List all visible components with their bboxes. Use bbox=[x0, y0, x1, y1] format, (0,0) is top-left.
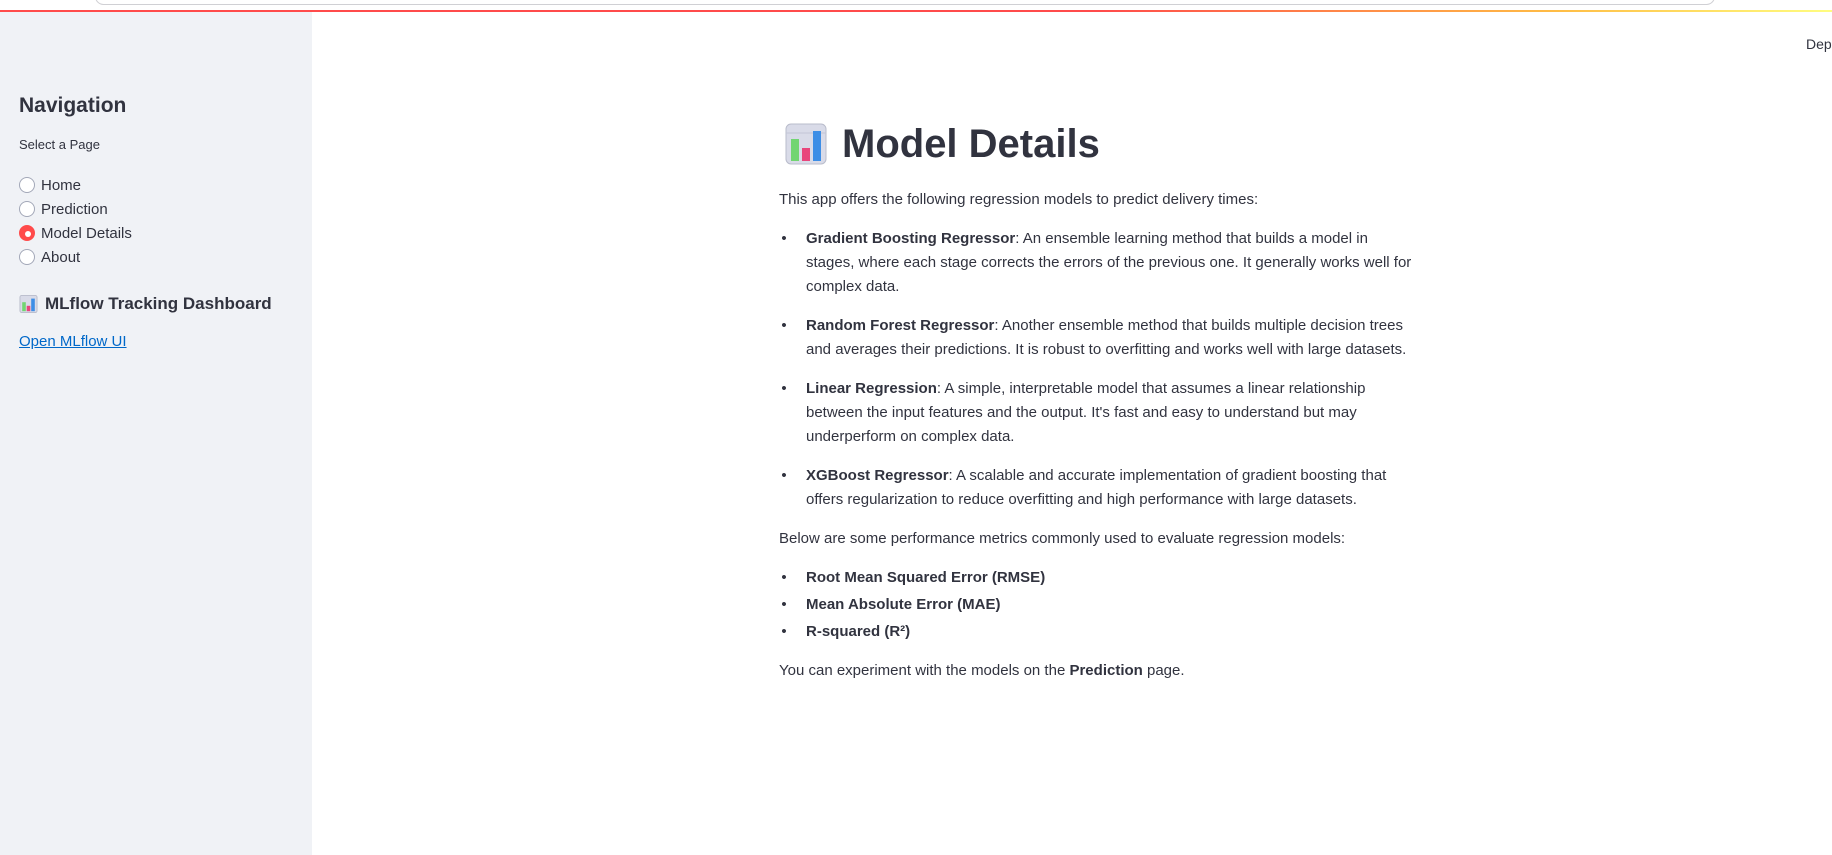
outro-prefix: You can experiment with the models on th… bbox=[779, 662, 1070, 679]
page-radio-group: Home Prediction Model Details About bbox=[19, 173, 132, 269]
model-list: • Gradient Boosting Regressor: An ensemb… bbox=[779, 227, 1419, 512]
radio-circle[interactable] bbox=[19, 177, 35, 193]
bullet: • bbox=[781, 623, 787, 640]
bullet: • bbox=[781, 596, 787, 613]
metrics-intro: Below are some performance metrics commo… bbox=[779, 530, 1346, 547]
radio-label: Home bbox=[41, 176, 82, 194]
metric-name: R-squared (R²) bbox=[806, 623, 911, 640]
outro: You can experiment with the models on th… bbox=[779, 659, 1419, 683]
page-title-text: Model Details bbox=[842, 121, 1100, 166]
list-item: • Gradient Boosting Regressor: An ensemb… bbox=[779, 227, 1419, 299]
deploy-button[interactable]: Deploy bbox=[1806, 36, 1832, 52]
radio-prediction[interactable]: Prediction bbox=[19, 197, 132, 221]
outro-suffix: page. bbox=[1142, 662, 1185, 679]
metric-list: • Root Mean Squared Error (RMSE) • Mean … bbox=[779, 566, 1419, 644]
list-item: • XGBoost Regressor: A scalable and accu… bbox=[779, 464, 1419, 512]
radio-model-details[interactable]: Model Details bbox=[19, 221, 132, 245]
bullet: • bbox=[781, 380, 787, 397]
radio-label: Prediction bbox=[41, 200, 108, 218]
mlflow-heading: MLflow Tracking Dashboard bbox=[19, 294, 272, 314]
sidebar-title: Navigation bbox=[19, 94, 127, 117]
radio-label: Model Details bbox=[41, 224, 132, 242]
radio-home[interactable]: Home bbox=[19, 173, 132, 197]
bullet: • bbox=[781, 569, 787, 586]
radio-circle[interactable] bbox=[19, 249, 35, 265]
list-item: • Root Mean Squared Error (RMSE) bbox=[779, 566, 1419, 590]
page-select-label: Select a Page bbox=[19, 137, 100, 152]
model-name: Gradient Boosting Regressor bbox=[806, 230, 1016, 247]
page-title: Model Details bbox=[785, 118, 1419, 170]
model-name: Random Forest Regressor bbox=[806, 317, 995, 334]
bullet: • bbox=[781, 230, 787, 247]
model-name: XGBoost Regressor bbox=[806, 467, 949, 484]
models-intro: This app offers the following regression… bbox=[779, 191, 1259, 208]
bar-chart-icon bbox=[785, 123, 827, 165]
list-item: • Random Forest Regressor: Another ensem… bbox=[779, 314, 1419, 362]
radio-circle[interactable] bbox=[19, 201, 35, 217]
list-item: • Linear Regression: A simple, interpret… bbox=[779, 377, 1419, 449]
mlflow-heading-text: MLflow Tracking Dashboard bbox=[45, 294, 272, 313]
bar-chart-icon bbox=[19, 295, 38, 313]
metric-name: Mean Absolute Error (MAE) bbox=[806, 596, 1001, 613]
open-mlflow-link[interactable]: Open MLflow UI bbox=[19, 333, 127, 350]
browser-address-bar[interactable] bbox=[95, 0, 1715, 5]
bullet: • bbox=[781, 317, 787, 334]
bullet: • bbox=[781, 467, 787, 484]
list-item: • R-squared (R²) bbox=[779, 620, 1419, 644]
top-strip bbox=[0, 0, 1832, 12]
metric-name: Root Mean Squared Error (RMSE) bbox=[806, 569, 1046, 586]
main-content: Model Details This app offers the follow… bbox=[779, 118, 1419, 698]
outro-prediction: Prediction bbox=[1069, 662, 1143, 679]
model-name: Linear Regression bbox=[806, 380, 937, 397]
radio-circle-selected[interactable] bbox=[19, 225, 35, 241]
radio-about[interactable]: About bbox=[19, 245, 132, 269]
radio-label: About bbox=[41, 248, 81, 266]
list-item: • Mean Absolute Error (MAE) bbox=[779, 593, 1419, 617]
